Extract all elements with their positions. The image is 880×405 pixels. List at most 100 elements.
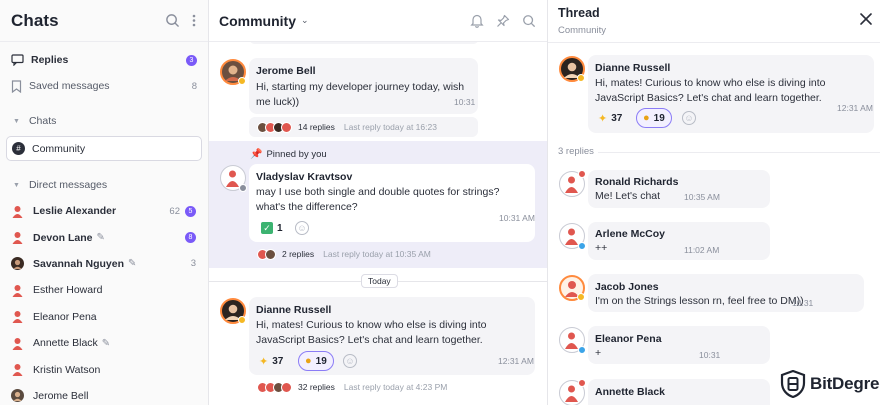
reaction-check[interactable]: ✓ 1 bbox=[257, 218, 287, 238]
reaction-cool[interactable]: ● 19 bbox=[298, 351, 334, 371]
close-icon[interactable] bbox=[859, 12, 873, 26]
channel-header: Community ⌄ bbox=[209, 0, 547, 42]
replies-badge: 3 bbox=[186, 54, 197, 66]
avatar[interactable] bbox=[559, 327, 586, 354]
chats-sidebar: Chats Replies 3 Saved messages 8 ▼ Chats… bbox=[0, 0, 209, 405]
dm-item-jerome-bell[interactable]: Jerome Bell bbox=[0, 383, 208, 405]
reaction-sparkle[interactable]: ✦ 37 bbox=[592, 108, 628, 128]
message-author[interactable]: Arlene McCoy bbox=[595, 228, 665, 240]
reaction-count: 37 bbox=[611, 112, 623, 124]
sparkle-icon: ✦ bbox=[259, 355, 269, 368]
message-time: 12:31 AM bbox=[837, 103, 873, 113]
replies-count: 3 replies bbox=[558, 146, 598, 157]
dm-item-esther-howard[interactable]: Esther Howard bbox=[0, 277, 208, 303]
search-icon[interactable] bbox=[165, 13, 180, 28]
message-time: 10:35 AM bbox=[684, 192, 720, 202]
message-author[interactable]: Eleanor Pena bbox=[595, 333, 662, 345]
dm-item-savannah-nguyen[interactable]: Savannah Nguyen ✎ 3 bbox=[0, 251, 208, 277]
status-badge bbox=[239, 184, 247, 192]
message-author[interactable]: Dianne Russell bbox=[256, 304, 331, 316]
avatar-photo bbox=[11, 389, 24, 403]
reaction-count: 19 bbox=[653, 112, 665, 124]
dm-name: Esther Howard bbox=[33, 284, 103, 297]
direct-messages-section-toggle[interactable]: ▼ Direct messages bbox=[0, 172, 208, 198]
pin-icon[interactable] bbox=[496, 14, 510, 28]
avatar[interactable] bbox=[559, 379, 586, 405]
divider bbox=[548, 42, 880, 43]
pencil-icon: ✎ bbox=[101, 337, 111, 349]
reply-count: 14 replies bbox=[298, 122, 335, 132]
dm-item-devon-lane[interactable]: Devon Lane ✎ 8 bbox=[0, 224, 208, 250]
avatar[interactable] bbox=[559, 275, 585, 301]
avatar-icon bbox=[12, 232, 23, 245]
avatar[interactable] bbox=[559, 56, 585, 82]
dm-count: 3 bbox=[190, 258, 196, 270]
avatar-photo bbox=[11, 257, 24, 271]
chevron-down-icon: ▼ bbox=[13, 181, 20, 189]
avatar bbox=[281, 121, 292, 133]
day-separator: Today bbox=[209, 274, 547, 288]
message-author[interactable]: Ronald Richards bbox=[595, 176, 678, 188]
reaction-count: 1 bbox=[277, 222, 283, 234]
avatar[interactable] bbox=[559, 223, 586, 250]
reply-count: 32 replies bbox=[298, 382, 335, 392]
sidebar-item-label: Replies bbox=[31, 54, 69, 66]
add-reaction-icon[interactable]: ☺ bbox=[343, 354, 357, 368]
sparkle-icon: ✦ bbox=[598, 112, 608, 125]
message-time: 10:31 bbox=[454, 97, 476, 107]
replies-icon bbox=[11, 54, 24, 66]
status-badge bbox=[578, 242, 586, 250]
dm-name: Jerome Bell bbox=[33, 389, 89, 402]
dm-unread-badge: 8 bbox=[185, 232, 196, 244]
channel-title[interactable]: Community bbox=[219, 13, 296, 29]
status-badge bbox=[238, 77, 246, 85]
message-author[interactable]: Vladyslav Kravtsov bbox=[256, 171, 352, 183]
reaction-cool[interactable]: ● 19 bbox=[636, 108, 672, 128]
dm-name: Annette Black bbox=[33, 337, 98, 350]
reply-count: 2 replies bbox=[282, 249, 315, 259]
dm-item-eleanor-pena[interactable]: Eleanor Pena bbox=[0, 304, 208, 330]
thread-replies-bar[interactable]: 32 replies Last reply today at 4:23 PM bbox=[257, 377, 447, 397]
sunglasses-face-icon: ● bbox=[643, 112, 650, 124]
add-reaction-icon[interactable]: ☺ bbox=[295, 221, 309, 235]
dm-item-annette-black[interactable]: Annette Black ✎ bbox=[0, 330, 208, 356]
chevron-down-icon[interactable]: ⌄ bbox=[301, 15, 309, 26]
sidebar-header: Chats bbox=[0, 0, 208, 42]
avatar[interactable] bbox=[220, 59, 246, 85]
more-vertical-icon[interactable] bbox=[192, 14, 196, 27]
avatar[interactable] bbox=[559, 170, 586, 197]
thread-replies-bar[interactable]: 2 replies Last reply today at 10:35 AM bbox=[257, 244, 431, 264]
add-reaction-icon[interactable]: ☺ bbox=[682, 111, 696, 125]
reaction-sparkle[interactable]: ✦ 37 bbox=[253, 351, 289, 371]
bookmark-icon bbox=[11, 79, 22, 93]
dm-name: Savannah Nguyen bbox=[33, 257, 125, 270]
message-author[interactable]: Annette Black bbox=[595, 386, 665, 398]
sidebar-item-label: Saved messages bbox=[29, 80, 110, 92]
dm-item-leslie-alexander[interactable]: Leslie Alexander 62 5 bbox=[0, 198, 208, 224]
message-time: 11:02 AM bbox=[684, 245, 720, 255]
dm-name: Devon Lane bbox=[33, 231, 93, 244]
message-time: 12:31 AM bbox=[498, 356, 534, 366]
avatar-icon bbox=[12, 364, 23, 377]
message-bubble[interactable] bbox=[588, 326, 770, 364]
dm-item-kristin-watson[interactable]: Kristin Watson bbox=[0, 356, 208, 382]
message-author[interactable]: Jacob Jones bbox=[595, 281, 659, 293]
avatar-icon bbox=[12, 337, 23, 350]
pin-icon: 📌 bbox=[250, 149, 263, 160]
avatar[interactable] bbox=[220, 165, 247, 192]
bell-icon[interactable] bbox=[470, 13, 484, 28]
search-icon[interactable] bbox=[522, 14, 536, 28]
sidebar-item-community[interactable]: # Community bbox=[6, 136, 202, 161]
sidebar-item-saved-messages[interactable]: Saved messages 8 bbox=[0, 73, 208, 99]
thread-replies-bar[interactable]: 14 replies Last reply today at 16:23 bbox=[249, 117, 478, 137]
message-text: Hi, starting my developer journey today,… bbox=[256, 81, 465, 108]
chevron-down-icon: ▼ bbox=[13, 117, 20, 125]
avatar-icon bbox=[12, 205, 23, 218]
message-author[interactable]: Dianne Russell bbox=[595, 62, 670, 74]
chats-section-toggle[interactable]: ▼ Chats bbox=[0, 108, 208, 134]
avatar[interactable] bbox=[220, 298, 246, 324]
day-label: Today bbox=[361, 274, 398, 288]
message-author[interactable]: Jerome Bell bbox=[256, 65, 316, 77]
sidebar-item-replies[interactable]: Replies 3 bbox=[0, 47, 208, 73]
status-badge bbox=[577, 293, 585, 301]
